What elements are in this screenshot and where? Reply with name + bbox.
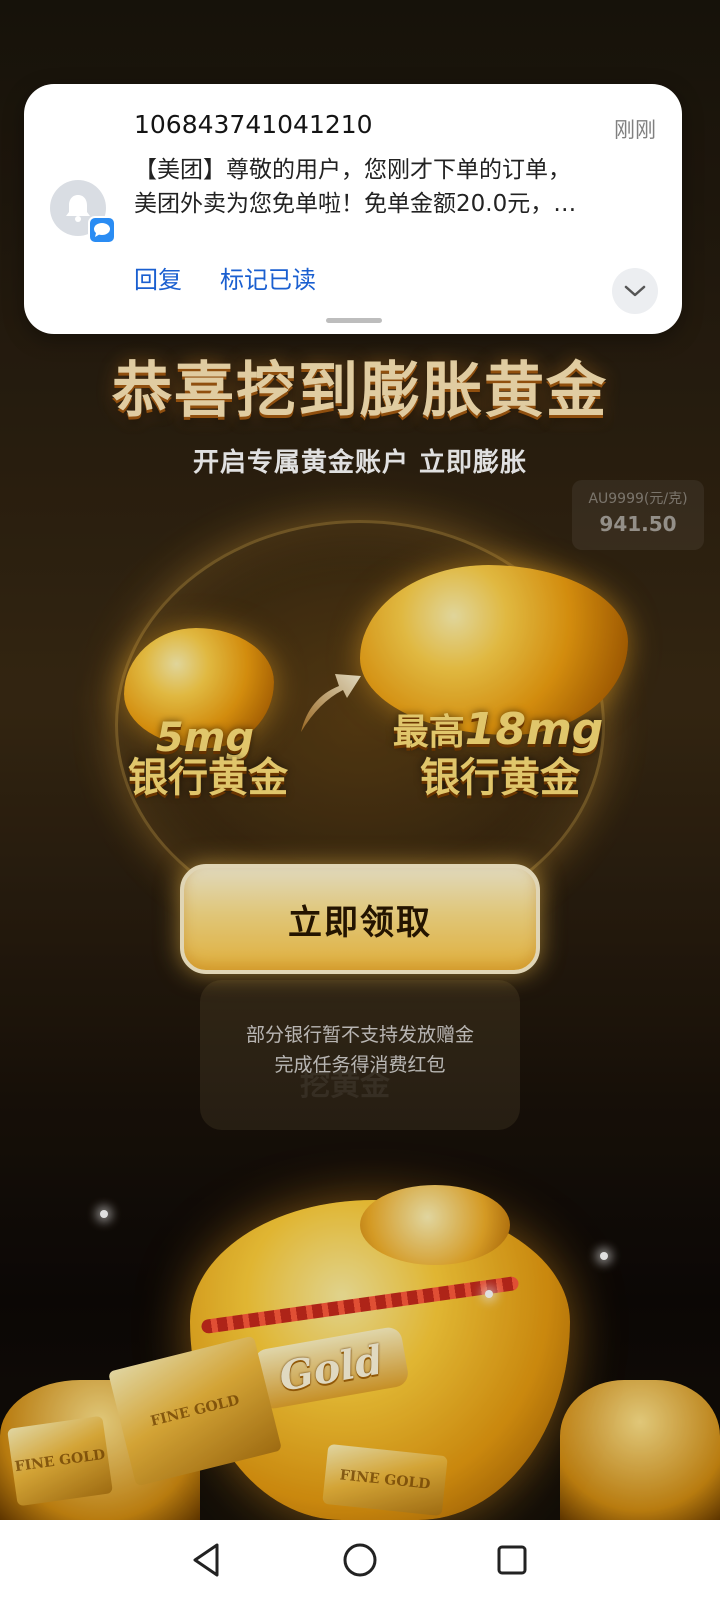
notification-sender: 106843741041210 — [134, 110, 373, 139]
notification-time: 刚刚 — [614, 118, 656, 142]
notification-drag-handle[interactable] — [326, 318, 382, 323]
recent-square-icon[interactable] — [488, 1536, 536, 1584]
mark-read-button[interactable]: 标记已读 — [220, 260, 316, 295]
sms-notification[interactable]: 106843741041210 刚刚 【美团】尊敬的用户，您刚才下单的订单， 美… — [24, 84, 682, 334]
system-nav-bar — [0, 1520, 720, 1600]
home-circle-icon[interactable] — [336, 1536, 384, 1584]
notification-body-line-1: 【美团】尊敬的用户，您刚才下单的订单， — [134, 157, 571, 183]
message-icon — [88, 216, 116, 244]
reply-button[interactable]: 回复 — [134, 260, 182, 295]
chevron-down-icon[interactable] — [612, 268, 658, 314]
notification-body-line-2: 美团外卖为您免单啦！免单金额20.0元，… — [134, 191, 577, 217]
back-triangle-icon[interactable] — [182, 1536, 230, 1584]
